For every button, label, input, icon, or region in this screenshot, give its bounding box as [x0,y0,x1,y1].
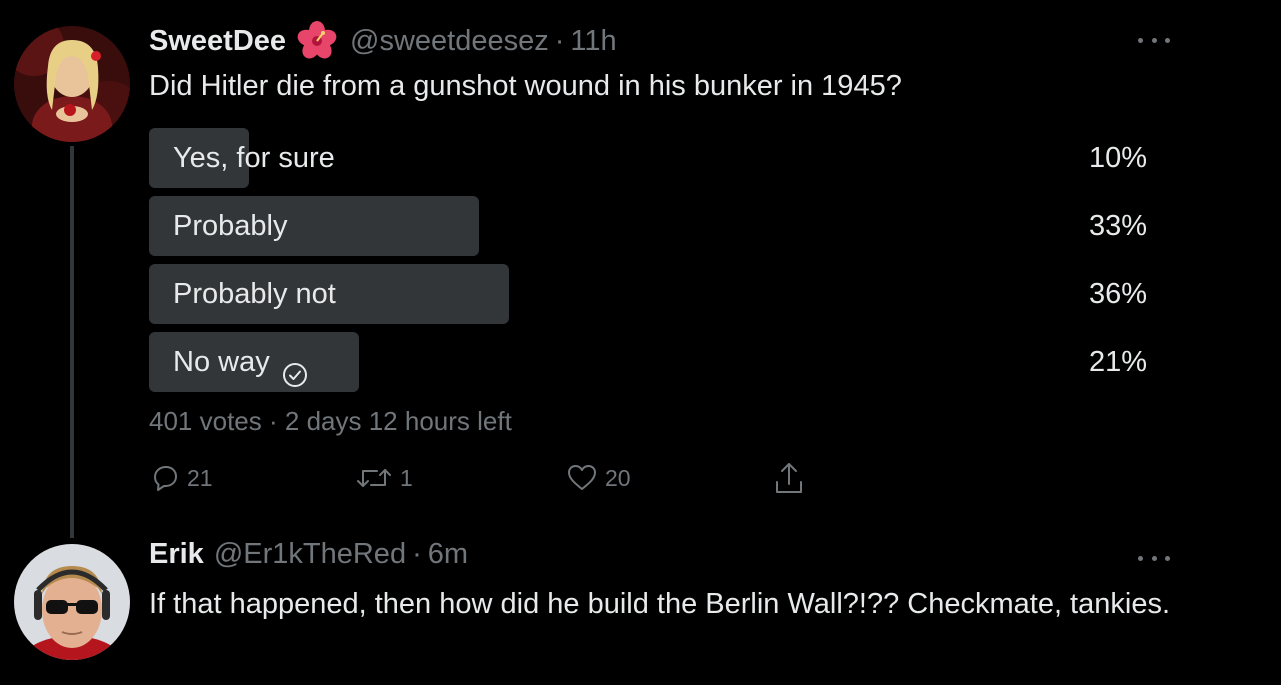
retweet-count: 1 [400,464,413,491]
tweet-header: SweetDee @sweetdeesez · 11h [149,20,617,62]
poll-time-left: 2 days 12 hours left [284,406,512,436]
poll: Yes, for sure 10% Probably 33% Probably … [149,128,1149,400]
separator-dot: · [554,24,565,57]
poll-option: Probably 33% [149,196,1149,256]
tweet-header: Erik @Er1kTheRed · 6m [149,538,468,571]
avatar[interactable] [14,544,130,660]
like-button[interactable]: 20 [565,458,631,498]
poll-option: Yes, for sure 10% [149,128,1149,188]
hibiscus-emoji-icon [296,20,338,62]
poll-option-text: No way [173,346,270,378]
author-name[interactable]: Erik [149,538,204,571]
like-count: 20 [605,464,631,491]
more-options-icon[interactable] [1138,35,1170,45]
retweet-icon [354,462,394,494]
check-circle-icon [282,349,308,387]
more-options-icon[interactable] [1138,553,1170,563]
reply-button[interactable]: 21 [149,458,213,498]
poll-option-label: Yes, for sure [173,128,335,188]
poll-option-text: Yes, for sure [173,142,335,174]
author-handle[interactable]: @sweetdeesez [350,25,549,58]
retweet-button[interactable]: 1 [354,458,413,498]
thread-line [70,146,74,538]
share-icon [773,460,805,496]
poll-option-text: Probably [173,210,288,242]
author-handle[interactable]: @Er1kTheRed [214,538,406,571]
reply-count: 21 [187,464,213,491]
poll-votes: 401 votes [149,406,262,436]
poll-option-text: Probably not [173,278,336,310]
poll-option-label: Probably not [173,264,336,324]
poll-option: Probably not 36% [149,264,1149,324]
poll-option-percent: 21% [1088,346,1147,378]
share-button[interactable] [773,458,805,498]
action-bar: 21 1 20 [149,458,849,498]
tweet-time[interactable]: 6m [428,538,468,571]
poll-option-percent: 33% [1088,210,1147,242]
poll-option-label: No way [173,332,308,392]
poll-option-percent: 10% [1088,142,1147,174]
avatar[interactable] [14,26,130,142]
tweet-text: Did Hitler die from a gunshot wound in h… [149,70,902,102]
poll-option-percent: 36% [1088,278,1147,310]
poll-meta: 401 votes · 2 days 12 hours left [149,406,512,437]
author-name[interactable]: SweetDee [149,25,286,58]
reply-icon [149,462,181,494]
poll-option-label: Probably [173,196,287,256]
tweet-text: If that happened, then how did he build … [149,588,1171,620]
separator-dot: · [412,538,422,570]
tweet-time[interactable]: 11h [570,25,616,58]
poll-option: No way 21% [149,332,1149,392]
heart-icon [565,462,599,494]
separator-dot: · [268,406,278,436]
